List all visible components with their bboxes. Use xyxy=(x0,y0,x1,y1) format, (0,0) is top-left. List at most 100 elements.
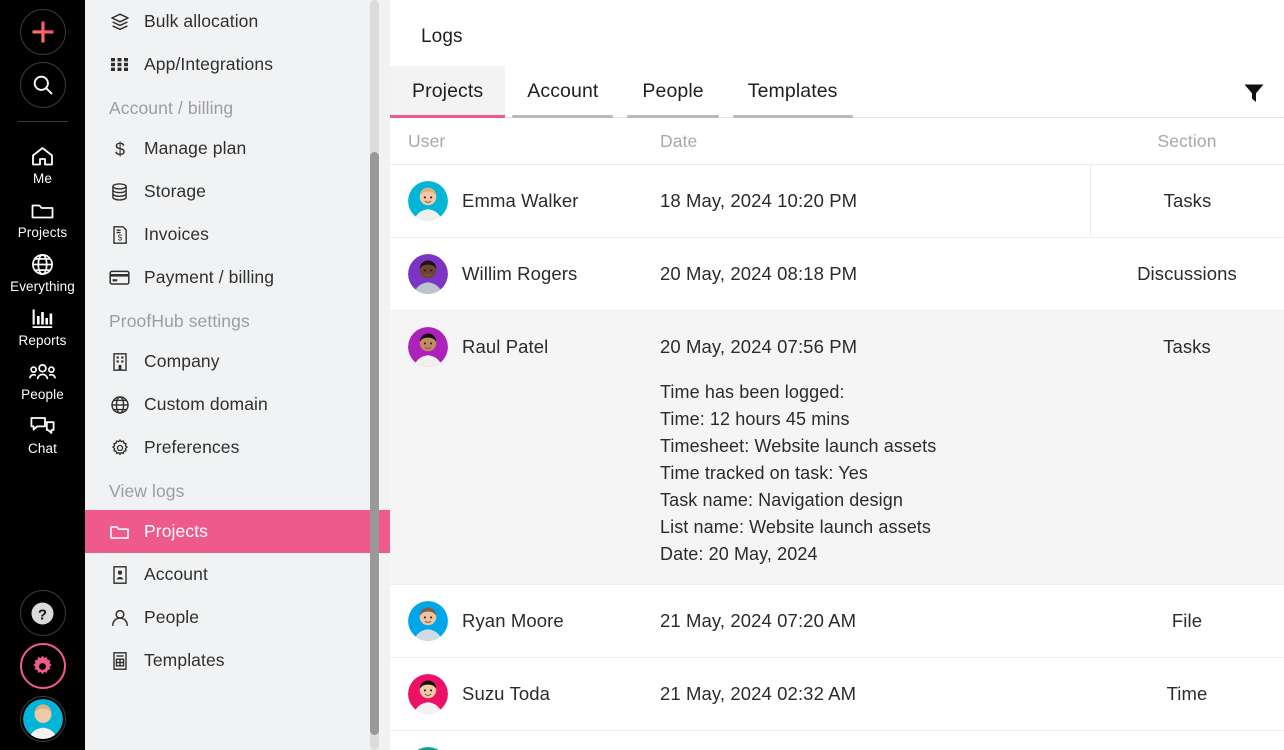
rail-item-people[interactable]: People xyxy=(0,354,85,408)
log-detail-line: Time has been logged: xyxy=(660,379,1090,406)
tab-underline xyxy=(512,115,613,118)
filter-button[interactable] xyxy=(1224,66,1284,117)
cell-date: 20 May, 2024 07:56 PMTime has been logge… xyxy=(660,311,1090,584)
menu-item-label: Templates xyxy=(144,650,225,671)
table-row[interactable]: Ryan Moore 21 May, 2024 07:20 AMFile xyxy=(390,585,1284,658)
rail-item-label: Reports xyxy=(19,333,67,348)
cell-user: Emma Walker xyxy=(408,165,660,237)
cell-section: People xyxy=(1090,731,1284,750)
page-title: Logs xyxy=(390,0,1284,48)
menu-item-label: Company xyxy=(144,351,220,372)
menu-item-manage-plan[interactable]: $ Manage plan xyxy=(85,127,390,170)
menu-item-label: Payment / billing xyxy=(144,267,274,288)
tab-bar: Projects Account People Templates xyxy=(390,66,1284,118)
settings-menu: Bulk allocation App/Integrations Account… xyxy=(85,0,390,750)
search-button[interactable] xyxy=(20,62,66,108)
column-header-date: Date xyxy=(660,131,1090,152)
rail-nav-list: Me Projects xyxy=(0,138,85,462)
tab-projects[interactable]: Projects xyxy=(390,66,505,117)
avatar xyxy=(23,699,63,739)
menu-item-label: App/Integrations xyxy=(144,54,273,75)
menu-item-bulk-allocation[interactable]: Bulk allocation xyxy=(85,0,390,43)
cell-date: 20 May, 2024 08:18 PM xyxy=(660,238,1090,310)
cell-date: 21 May, 2024 09:47 PM xyxy=(660,731,1090,750)
building-icon xyxy=(109,351,130,372)
cell-user: Raul Patel xyxy=(408,311,660,584)
rail-divider xyxy=(18,121,68,122)
tab-underline xyxy=(733,115,853,118)
cell-date: 18 May, 2024 10:20 PM xyxy=(660,165,1090,237)
menu-item-custom-domain[interactable]: Custom domain xyxy=(85,383,390,426)
cell-section: Discussions xyxy=(1090,238,1284,310)
tab-label: Templates xyxy=(748,80,838,103)
avatar xyxy=(408,601,448,641)
menu-heading-account-billing: Account / billing xyxy=(85,86,390,127)
cell-date: 21 May, 2024 02:32 AM xyxy=(660,658,1090,730)
menu-heading-proofhub-settings: ProofHub settings xyxy=(85,299,390,340)
table-row[interactable]: Emma Walker18 May, 2024 10:20 PMTasks xyxy=(390,165,1284,238)
menu-scrollbar-thumb[interactable] xyxy=(370,152,379,735)
cell-user: Willim Rogers xyxy=(408,238,660,310)
column-header-user: User xyxy=(408,131,660,152)
menu-item-label: Projects xyxy=(144,521,208,542)
table-row[interactable]: Suzu Toda21 May, 2024 02:32 AMTime xyxy=(390,658,1284,731)
log-timestamp: 18 May, 2024 10:20 PM xyxy=(660,181,1090,221)
menu-item-label: Manage plan xyxy=(144,138,246,159)
tab-people[interactable]: People xyxy=(620,66,725,117)
menu-item-storage[interactable]: Storage xyxy=(85,170,390,213)
rail-item-reports[interactable]: Reports xyxy=(0,300,85,354)
folder-icon xyxy=(109,521,130,542)
bar-chart-icon xyxy=(30,306,55,330)
menu-item-company[interactable]: Company xyxy=(85,340,390,383)
plus-icon xyxy=(30,19,56,45)
rail-item-me[interactable]: Me xyxy=(0,138,85,192)
menu-item-payment-billing[interactable]: Payment / billing xyxy=(85,256,390,299)
main-content: Logs Projects Account People Templates xyxy=(390,0,1284,750)
tab-account[interactable]: Account xyxy=(505,66,620,117)
rail-item-everything[interactable]: Everything xyxy=(0,246,85,300)
log-detail-line: Time: 12 hours 45 mins xyxy=(660,406,1090,433)
cell-section: File xyxy=(1090,585,1284,657)
user-name: Ryan Moore xyxy=(462,601,564,641)
table-row[interactable]: Holly Brown21 May, 2024 09:47 PMPeople xyxy=(390,731,1284,750)
cell-user: Holly Brown xyxy=(408,731,660,750)
avatar xyxy=(408,254,448,294)
rail-item-projects[interactable]: Projects xyxy=(0,192,85,246)
menu-item-label: Custom domain xyxy=(144,394,268,415)
search-icon xyxy=(31,73,55,97)
menu-item-invoices[interactable]: $ Invoices xyxy=(85,213,390,256)
home-icon xyxy=(30,144,55,168)
cell-section: Tasks xyxy=(1090,311,1284,584)
tab-label: Account xyxy=(527,80,598,103)
add-button[interactable] xyxy=(20,9,66,55)
log-timestamp: 21 May, 2024 07:20 AM xyxy=(660,601,1090,641)
menu-scrollbar-track[interactable] xyxy=(370,0,379,750)
user-name: Suzu Toda xyxy=(462,674,550,714)
table-row[interactable]: Willim Rogers20 May, 2024 08:18 PMDiscus… xyxy=(390,238,1284,311)
menu-item-label: Preferences xyxy=(144,437,239,458)
profile-avatar[interactable] xyxy=(20,696,66,742)
log-detail-line: Date: 20 May, 2024 xyxy=(660,541,1090,568)
log-detail-line: Task name: Navigation design xyxy=(660,487,1090,514)
dollar-icon: $ xyxy=(109,138,130,159)
menu-item-people[interactable]: People xyxy=(85,596,390,639)
settings-button[interactable] xyxy=(20,643,66,689)
tab-templates[interactable]: Templates xyxy=(726,66,860,117)
menu-item-templates[interactable]: Templates xyxy=(85,639,390,682)
avatar xyxy=(408,181,448,221)
rail-item-chat[interactable]: Chat xyxy=(0,408,85,462)
avatar xyxy=(408,327,448,367)
gear-icon xyxy=(30,654,55,679)
rail-bottom-group: ? xyxy=(0,590,85,742)
table-row[interactable]: Raul Patel20 May, 2024 07:56 PMTime has … xyxy=(390,311,1284,585)
menu-item-app-integrations[interactable]: App/Integrations xyxy=(85,43,390,86)
menu-item-account[interactable]: Account xyxy=(85,553,390,596)
menu-item-projects[interactable]: Projects xyxy=(85,510,390,553)
menu-item-preferences[interactable]: Preferences xyxy=(85,426,390,469)
help-button[interactable]: ? xyxy=(20,590,66,636)
person-icon xyxy=(109,607,130,628)
cell-user: Suzu Toda xyxy=(408,658,660,730)
column-header-section: Section xyxy=(1090,131,1284,152)
tab-label: Projects xyxy=(412,80,483,103)
tab-underline xyxy=(390,115,505,118)
